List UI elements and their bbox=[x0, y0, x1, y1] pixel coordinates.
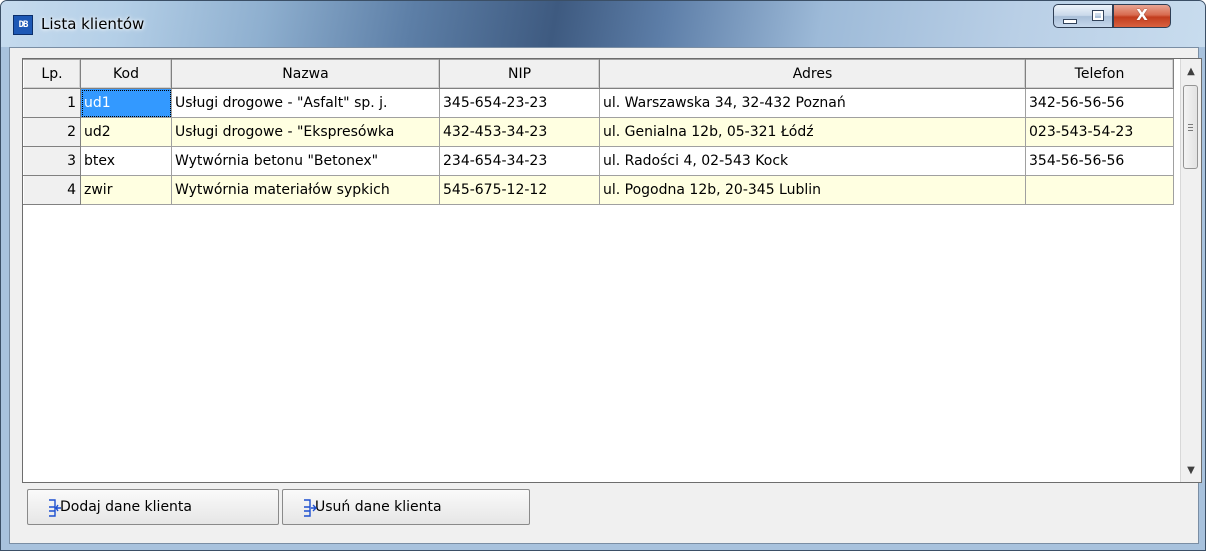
cell-telefon[interactable]: 342-56-56-56 bbox=[1025, 88, 1174, 118]
minimize-button[interactable] bbox=[1053, 4, 1084, 28]
scrollbar-thumb[interactable] bbox=[1183, 85, 1198, 169]
column-header-lp[interactable]: Lp. bbox=[23, 59, 81, 89]
cell-adres[interactable]: ul. Radości 4, 02-543 Kock bbox=[599, 146, 1026, 176]
cell-nip[interactable]: 545-675-12-12 bbox=[439, 175, 600, 205]
row-number[interactable]: 3 bbox=[23, 146, 81, 176]
row-number[interactable]: 1 bbox=[23, 88, 81, 118]
cell-nazwa[interactable]: Usługi drogowe - "Ekspresówka bbox=[171, 117, 440, 147]
table-row[interactable]: 4 zwir Wytwórnia materiałów sypkich 545-… bbox=[23, 175, 1174, 205]
cell-adres[interactable]: ul. Warszawska 34, 32-432 Poznań bbox=[599, 88, 1026, 118]
row-number[interactable]: 4 bbox=[23, 175, 81, 205]
table-row[interactable]: 1 ud1 Usługi drogowe - "Asfalt" sp. j. 3… bbox=[23, 88, 1174, 118]
add-record-icon bbox=[49, 499, 61, 517]
header-row: Lp. Kod Nazwa NIP Adres Telefon bbox=[23, 59, 1174, 89]
grip-line bbox=[1188, 127, 1193, 128]
delete-record-icon bbox=[304, 499, 317, 517]
cell-nazwa[interactable]: Wytwórnia materiałów sypkich bbox=[171, 175, 440, 205]
grip-line bbox=[1188, 124, 1193, 125]
maximize-button[interactable] bbox=[1083, 4, 1113, 28]
button-bar: Dodaj dane klienta Usuń dane klienta bbox=[22, 489, 1202, 535]
close-button[interactable]: X bbox=[1113, 4, 1171, 28]
clients-grid[interactable]: Lp. Kod Nazwa NIP Adres Telefon 1 ud1 Us… bbox=[22, 58, 1202, 483]
cell-nazwa[interactable]: Wytwórnia betonu "Betonex" bbox=[171, 146, 440, 176]
add-client-button[interactable]: Dodaj dane klienta bbox=[27, 489, 279, 525]
row-number[interactable]: 2 bbox=[23, 117, 81, 147]
title-bar[interactable]: DB Lista klientów X bbox=[1, 1, 1205, 47]
delete-client-button[interactable]: Usuń dane klienta bbox=[282, 489, 530, 525]
cell-nip[interactable]: 432-453-34-23 bbox=[439, 117, 600, 147]
client-list-window: DB Lista klientów X Lp. Kod Nazwa NIP Ad… bbox=[0, 0, 1206, 551]
cell-kod[interactable]: ud1 bbox=[80, 88, 172, 118]
cell-telefon[interactable]: 023-543-54-23 bbox=[1025, 117, 1174, 147]
add-client-label: Dodaj dane klienta bbox=[60, 499, 192, 515]
app-icon[interactable]: DB bbox=[13, 15, 33, 35]
scroll-up-arrow-icon[interactable]: ▲ bbox=[1181, 61, 1201, 83]
minimize-icon bbox=[1063, 19, 1077, 24]
cell-kod[interactable]: zwir bbox=[80, 175, 172, 205]
cell-adres[interactable]: ul. Genialna 12b, 05-321 Łódź bbox=[599, 117, 1026, 147]
scroll-down-arrow-icon[interactable]: ▼ bbox=[1181, 460, 1201, 482]
delete-client-label: Usuń dane klienta bbox=[315, 499, 442, 515]
vertical-scrollbar[interactable]: ▲ ▼ bbox=[1180, 59, 1201, 482]
column-header-nazwa[interactable]: Nazwa bbox=[171, 59, 440, 89]
close-icon: X bbox=[1136, 6, 1148, 24]
column-header-kod[interactable]: Kod bbox=[80, 59, 172, 89]
table-row[interactable]: 2 ud2 Usługi drogowe - "Ekspresówka 432-… bbox=[23, 117, 1174, 147]
cell-adres[interactable]: ul. Pogodna 12b, 20-345 Lublin bbox=[599, 175, 1026, 205]
cell-nip[interactable]: 234-654-34-23 bbox=[439, 146, 600, 176]
clients-table: Lp. Kod Nazwa NIP Adres Telefon 1 ud1 Us… bbox=[23, 59, 1174, 205]
cell-kod[interactable]: btex bbox=[80, 146, 172, 176]
table-row[interactable]: 3 btex Wytwórnia betonu "Betonex" 234-65… bbox=[23, 146, 1174, 176]
cell-nip[interactable]: 345-654-23-23 bbox=[439, 88, 600, 118]
column-header-telefon[interactable]: Telefon bbox=[1025, 59, 1174, 89]
maximize-icon bbox=[1092, 10, 1104, 21]
cell-kod[interactable]: ud2 bbox=[80, 117, 172, 147]
window-title: Lista klientów bbox=[41, 15, 145, 33]
column-header-adres[interactable]: Adres bbox=[599, 59, 1026, 89]
grip-line bbox=[1188, 130, 1193, 131]
client-area: Lp. Kod Nazwa NIP Adres Telefon 1 ud1 Us… bbox=[9, 47, 1202, 544]
cell-telefon[interactable] bbox=[1025, 175, 1174, 205]
cell-nazwa[interactable]: Usługi drogowe - "Asfalt" sp. j. bbox=[171, 88, 440, 118]
column-header-nip[interactable]: NIP bbox=[439, 59, 600, 89]
cell-telefon[interactable]: 354-56-56-56 bbox=[1025, 146, 1174, 176]
